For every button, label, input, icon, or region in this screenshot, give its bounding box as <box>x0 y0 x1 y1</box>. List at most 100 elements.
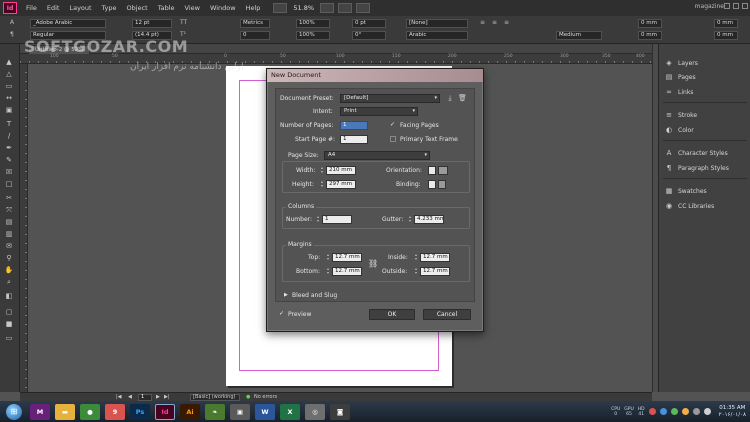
right-indent-field[interactable]: 0 mm <box>638 31 662 40</box>
align-right-icon[interactable]: ≡ <box>504 19 509 26</box>
delete-preset-icon[interactable]: 🗑 <box>458 94 467 102</box>
width-stepper[interactable]: ▴ ▾ <box>320 166 324 175</box>
apply-color-icon[interactable]: ■ <box>4 320 14 328</box>
intent-select[interactable]: Print <box>340 107 418 116</box>
bridge-button[interactable] <box>273 3 288 13</box>
link-margins-icon[interactable]: ⛓ <box>368 259 378 268</box>
bleed-slug-toggle[interactable]: Bleed and Slug <box>292 292 337 299</box>
all-caps-icon[interactable]: TT <box>180 19 187 26</box>
direct-selection-tool-icon[interactable]: △ <box>4 70 14 78</box>
page-tool-icon[interactable]: ▭ <box>4 82 14 90</box>
column-number-stepper[interactable]: ▴ ▾ <box>316 215 320 224</box>
outside-margin-stepper[interactable]: ▴ ▾ <box>414 267 418 276</box>
panel-character-styles[interactable]: A Character Styles <box>665 148 728 158</box>
panel-layers[interactable]: ◈ Layers <box>665 58 698 68</box>
hand-tool-icon[interactable]: ✋ <box>4 266 14 274</box>
taskbar-app-leaf[interactable]: ❧ <box>205 403 225 420</box>
minimize-button[interactable] <box>724 3 730 9</box>
start-page-input[interactable]: 1 <box>340 135 368 144</box>
taskbar-indesign[interactable]: Id <box>155 403 175 420</box>
selection-tool-icon[interactable]: ▲ <box>4 58 14 66</box>
tray-icon[interactable] <box>648 408 656 415</box>
note-tool-icon[interactable]: ✉ <box>4 242 14 250</box>
font-family-select[interactable]: _Adobe Arabic <box>30 19 106 28</box>
zoom-level[interactable]: 51.8% <box>289 4 318 12</box>
width-input[interactable]: 210 mm <box>326 166 356 175</box>
facing-pages-checkbox[interactable]: ✓ <box>390 122 396 128</box>
left-indent-field[interactable]: 0 mm <box>638 19 662 28</box>
align-center-icon[interactable]: ≡ <box>492 19 497 26</box>
last-page-icon[interactable]: ▶| <box>164 394 170 401</box>
skew-field[interactable]: 0° <box>352 31 386 40</box>
pen-tool-icon[interactable]: ✒ <box>4 144 14 152</box>
content-collector-icon[interactable]: ▣ <box>4 106 14 114</box>
column-number-input[interactable]: 1 <box>322 215 352 224</box>
taskbar-word[interactable]: W <box>255 403 275 420</box>
pencil-tool-icon[interactable]: ✎ <box>4 156 14 164</box>
previous-page-icon[interactable]: ◀ <box>128 394 132 401</box>
portrait-orientation-button[interactable] <box>428 166 436 175</box>
type-tool-icon[interactable]: T <box>4 120 14 128</box>
gutter-stepper[interactable]: ▴ ▾ <box>408 215 412 224</box>
next-page-icon[interactable]: ▶ <box>156 394 160 401</box>
scissors-tool-icon[interactable]: ✂ <box>4 194 14 202</box>
workspace-switcher[interactable]: magazine <box>695 3 724 10</box>
screen-mode-icon[interactable]: ▭ <box>4 334 14 342</box>
kerning-field[interactable]: Metrics <box>240 19 270 28</box>
save-preset-icon[interactable]: ⤓ <box>446 94 454 102</box>
taskbar-illustrator[interactable]: Ai <box>180 403 200 420</box>
volume-icon[interactable] <box>703 408 711 415</box>
menu-file[interactable]: File <box>21 4 42 12</box>
maximize-button[interactable] <box>733 3 739 9</box>
menu-view[interactable]: View <box>180 4 205 12</box>
paragraph-formatting-icon[interactable]: ¶ <box>10 31 14 38</box>
first-page-icon[interactable]: |◀ <box>116 394 122 401</box>
menu-layout[interactable]: Layout <box>64 4 96 12</box>
taskbar-app-9[interactable]: 9 <box>105 403 125 420</box>
character-style-select[interactable]: [None] <box>406 19 468 28</box>
tray-icon[interactable] <box>659 408 667 415</box>
menu-object[interactable]: Object <box>122 4 153 12</box>
network-icon[interactable] <box>692 408 700 415</box>
dialog-title[interactable]: New Document <box>267 69 483 82</box>
panel-swatches[interactable]: ▦ Swatches <box>665 186 707 196</box>
vertical-ruler[interactable] <box>20 64 28 392</box>
digits-select[interactable]: Medium <box>556 31 602 40</box>
language-select[interactable]: Arabic <box>406 31 468 40</box>
taskbar-app-cam[interactable]: ◙ <box>330 403 350 420</box>
gutter-input[interactable]: 4.233 mm <box>414 215 444 224</box>
menu-table[interactable]: Table <box>153 4 180 12</box>
bleed-expand-icon[interactable]: ▶ <box>284 292 288 298</box>
height-input[interactable]: 297 mm <box>326 180 356 189</box>
outside-margin-input[interactable]: 12.7 mm <box>420 267 450 276</box>
screen-mode-button[interactable] <box>338 3 353 13</box>
taskbar-visual-studio[interactable]: M <box>30 403 50 420</box>
bottom-margin-input[interactable]: 12.7 mm <box>332 267 362 276</box>
zoom-tool-icon[interactable]: ⌕ <box>4 278 14 286</box>
rectangle-frame-tool-icon[interactable]: ☒ <box>4 168 14 176</box>
align-left-icon[interactable]: ≡ <box>480 19 485 26</box>
panel-cc-libraries[interactable]: ◉ CC Libraries <box>665 201 714 211</box>
tracking-field[interactable]: 0 <box>240 31 270 40</box>
panel-paragraph-styles[interactable]: ¶ Paragraph Styles <box>665 163 729 173</box>
cancel-button[interactable]: Cancel <box>423 309 471 320</box>
view-options-button[interactable] <box>320 3 335 13</box>
vertical-scale-field[interactable]: 100% <box>296 19 330 28</box>
primary-frame-checkbox[interactable] <box>390 136 396 142</box>
page-size-select[interactable]: A4 <box>324 151 430 160</box>
preset-select[interactable]: [Default] <box>340 94 440 103</box>
free-transform-tool-icon[interactable]: ⤧ <box>4 206 14 214</box>
inside-margin-stepper[interactable]: ▴ ▾ <box>414 253 418 262</box>
bottom-margin-stepper[interactable]: ▴ ▾ <box>326 267 330 276</box>
taskbar-app-media[interactable]: ▣ <box>230 403 250 420</box>
line-tool-icon[interactable]: / <box>4 132 14 140</box>
taskbar-file-explorer[interactable]: ▬ <box>55 403 75 420</box>
landscape-orientation-button[interactable] <box>438 166 448 175</box>
horizontal-scale-field[interactable]: 100% <box>296 31 330 40</box>
space-before-field[interactable]: 0 mm <box>714 19 738 28</box>
font-size-field[interactable]: 12 pt <box>132 19 172 28</box>
menu-edit[interactable]: Edit <box>42 4 65 12</box>
panel-pages[interactable]: ▤ Pages <box>665 72 696 82</box>
top-margin-stepper[interactable]: ▴ ▾ <box>326 253 330 262</box>
taskbar-app-capture[interactable]: ◎ <box>305 403 325 420</box>
